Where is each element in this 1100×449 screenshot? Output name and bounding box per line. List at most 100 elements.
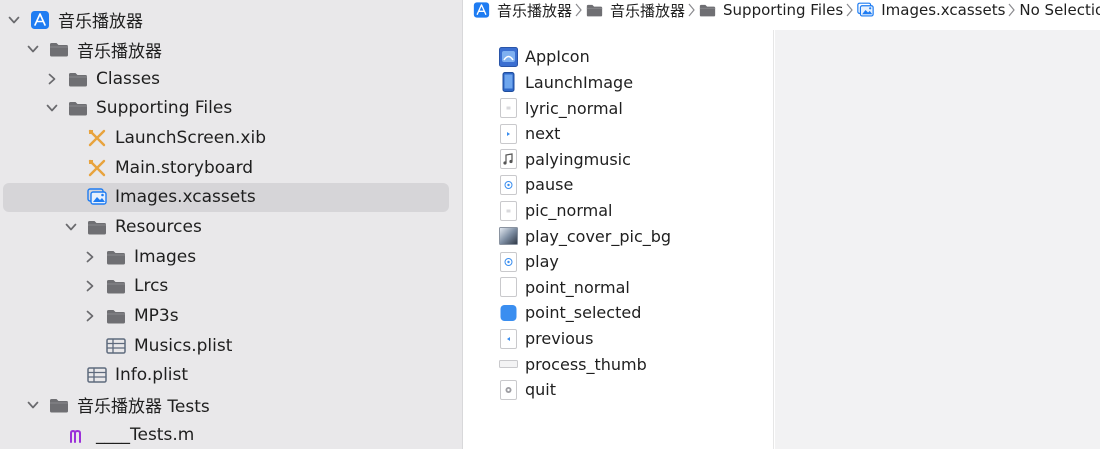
navigator-row[interactable]: 音乐播放器 Tests: [0, 390, 462, 419]
asset-list-item[interactable]: point_normal: [499, 275, 630, 301]
folder-icon: [106, 277, 126, 295]
asset-list-item[interactable]: LaunchImage: [499, 70, 633, 96]
navigator-row[interactable]: Main.storyboard: [0, 153, 462, 182]
navigator-item-label: Lrcs: [134, 276, 169, 297]
navigator-item-label: Resources: [115, 217, 202, 238]
asset-catalog-icon: [87, 188, 107, 206]
asset-list-item[interactable]: next: [499, 121, 560, 147]
navigator-item-label: Images.xcassets: [115, 187, 256, 208]
navigator-row[interactable]: 音乐播放器: [0, 5, 462, 34]
breadcrumb-item[interactable]: 音乐播放器: [586, 0, 685, 20]
navigator-row[interactable]: MP3s: [0, 302, 462, 331]
asset-name-label: quit: [525, 380, 557, 400]
thumb-image-icon: [499, 354, 518, 374]
asset-list-item[interactable]: pic_normal: [499, 198, 612, 224]
image-set-icon: [499, 200, 518, 221]
asset-name-label: lyric_normal: [525, 98, 623, 118]
navigator-item-label: ____Tests.m: [96, 424, 195, 445]
asset-list-item[interactable]: palyingmusic: [499, 146, 631, 172]
breadcrumb-item[interactable]: Supporting Files: [699, 1, 843, 19]
chevron-down-icon[interactable]: [27, 43, 39, 55]
music-note-icon: [499, 149, 518, 170]
breadcrumb-item[interactable]: 音乐播放器: [473, 0, 572, 20]
navigator-row[interactable]: Info.plist: [0, 361, 462, 390]
asset-name-label: pic_normal: [525, 201, 613, 221]
breadcrumb-item-label: Supporting Files: [723, 1, 844, 19]
asset-name-label: AppIcon: [525, 47, 590, 67]
image-set-icon: [499, 98, 518, 119]
folder-icon: [106, 248, 126, 266]
navigator-row[interactable]: ____Tests.m: [0, 420, 462, 449]
asset-name-label: process_thumb: [525, 354, 647, 374]
objc-file-icon: [68, 426, 88, 444]
asset-list-item[interactable]: process_thumb: [499, 351, 647, 377]
asset-name-label: pause: [525, 175, 574, 195]
navigator-item-label: Classes: [96, 68, 161, 89]
asset-catalog-icon: [857, 2, 874, 18]
chevron-right-icon[interactable]: [84, 310, 96, 322]
plist-icon: [87, 366, 107, 384]
asset-name-label: point_selected: [525, 303, 642, 323]
asset-name-label: palyingmusic: [525, 149, 631, 169]
interface-builder-icon: [87, 159, 107, 177]
navigator-row[interactable]: Musics.plist: [0, 331, 462, 360]
app-icon-set-icon: [499, 46, 518, 67]
folder-icon: [49, 396, 69, 414]
chevron-down-icon[interactable]: [65, 221, 77, 233]
chevron-down-icon[interactable]: [8, 14, 20, 26]
chevron-right-icon[interactable]: [84, 251, 96, 263]
navigator-item-label: LaunchScreen.xib: [115, 128, 266, 149]
asset-list-item[interactable]: play: [499, 249, 559, 275]
navigator-item-label: Info.plist: [115, 365, 189, 386]
navigator-row[interactable]: Classes: [0, 64, 462, 93]
navigator-row[interactable]: Images.xcassets: [0, 182, 462, 212]
breadcrumb-item-label: 音乐播放器: [610, 1, 686, 20]
chevron-down-icon[interactable]: [27, 399, 39, 411]
navigator-row[interactable]: 音乐播放器: [0, 35, 462, 64]
interface-builder-icon: [87, 129, 107, 147]
navigator-row[interactable]: LaunchScreen.xib: [0, 124, 462, 153]
pause-image-icon: [499, 174, 518, 195]
asset-name-label: play: [525, 252, 559, 272]
asset-list-item[interactable]: play_cover_pic_bg: [499, 223, 671, 249]
asset-editor-area: [775, 30, 1100, 449]
navigator-row[interactable]: Resources: [0, 213, 462, 242]
breadcrumb-item-label: 音乐播放器: [497, 1, 573, 20]
blank-image-icon: [499, 277, 518, 298]
folder-icon: [68, 70, 88, 88]
breadcrumb-item[interactable]: No Selection: [1019, 1, 1100, 19]
plist-icon: [106, 337, 126, 355]
navigator-item-label: 音乐播放器: [58, 12, 143, 32]
asset-name-label: next: [525, 124, 561, 144]
breadcrumb-separator-icon: [575, 2, 582, 18]
previous-image-icon: [499, 328, 518, 349]
asset-list-item[interactable]: previous: [499, 326, 593, 352]
navigator-item-label: Musics.plist: [134, 335, 233, 356]
breadcrumb-item-label: No Selection: [1019, 1, 1100, 19]
launch-image-icon: [499, 72, 518, 93]
asset-list-item[interactable]: pause: [499, 172, 573, 198]
asset-list-item[interactable]: point_selected: [499, 300, 641, 326]
asset-list-item[interactable]: quit: [499, 377, 556, 403]
chevron-right-icon[interactable]: [84, 280, 96, 292]
breadcrumb-item-label: Images.xcassets: [881, 1, 1006, 19]
chevron-down-icon[interactable]: [46, 102, 58, 114]
folder-icon: [68, 99, 88, 117]
navigator-item-label: 音乐播放器 Tests: [77, 397, 210, 418]
breadcrumb-item[interactable]: Images.xcassets: [857, 1, 1005, 19]
breadcrumb-separator-icon: [846, 2, 853, 18]
asset-name-label: LaunchImage: [525, 72, 634, 92]
chevron-right-icon[interactable]: [46, 73, 58, 85]
navigator-item-label: MP3s: [134, 306, 179, 326]
app-project-icon: [30, 10, 50, 29]
next-image-icon: [499, 123, 518, 144]
folder-icon: [87, 218, 107, 236]
cover-bg-image-icon: [499, 226, 518, 246]
asset-list-item[interactable]: AppIcon: [499, 44, 590, 70]
navigator-row[interactable]: Lrcs: [0, 272, 462, 301]
navigator-row[interactable]: Supporting Files: [0, 94, 462, 123]
blue-point-image-icon: [499, 303, 518, 323]
navigator-row[interactable]: Images: [0, 242, 462, 271]
asset-name-label: previous: [525, 329, 594, 349]
asset-list-item[interactable]: lyric_normal: [499, 95, 623, 121]
